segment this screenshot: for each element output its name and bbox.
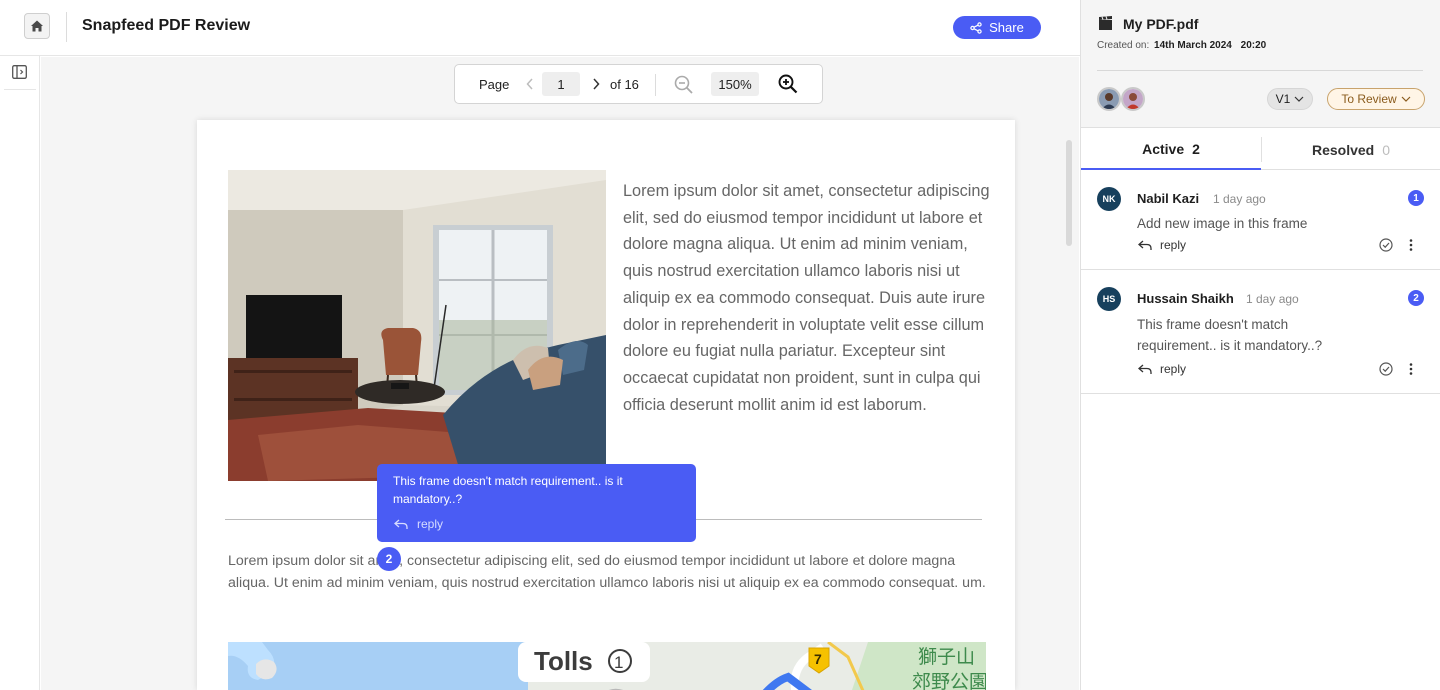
file-name: My PDF.pdf: [1123, 16, 1199, 32]
reply-button[interactable]: reply: [1138, 362, 1186, 376]
reply-icon: [394, 519, 408, 529]
map-image[interactable]: Tolls 1 7 獅子山 郊野公園: [228, 642, 986, 690]
toolbar-divider: [655, 74, 656, 96]
comment-author: Hussain Shaikh: [1137, 291, 1234, 306]
zoom-in-icon[interactable]: [777, 73, 799, 95]
avatar[interactable]: [1097, 87, 1121, 111]
chevron-right-icon[interactable]: [589, 75, 603, 93]
share-button[interactable]: Share: [953, 16, 1041, 39]
version-label: V1: [1275, 92, 1291, 106]
comment-avatar: NK: [1097, 187, 1121, 211]
status-label: To Review: [1341, 92, 1397, 106]
comment-pin[interactable]: 2: [377, 547, 401, 571]
page-number-input[interactable]: 1: [542, 72, 580, 96]
home-icon: [31, 20, 43, 32]
reply-icon: [1138, 364, 1152, 374]
check-circle-icon[interactable]: [1379, 362, 1393, 376]
header-divider: [66, 12, 67, 42]
comment-item[interactable]: NK Nabil Kazi 1 day ago 1 Add new image …: [1081, 171, 1440, 270]
user-photo-icon: [1123, 89, 1143, 109]
map-tolls-count: 1: [614, 653, 623, 672]
sidebar-toggle-icon[interactable]: [12, 65, 27, 79]
tab-resolved[interactable]: Resolved 0: [1261, 129, 1440, 170]
top-header: Snapfeed PDF Review Share: [0, 0, 1080, 56]
film-icon: [1099, 16, 1112, 30]
share-icon: [970, 21, 982, 34]
living-room-image[interactable]: [228, 170, 606, 481]
tab-count: 2: [1192, 140, 1200, 157]
comment-popup[interactable]: This frame doesn't match requirement.. i…: [377, 464, 696, 542]
reply-button[interactable]: reply: [1138, 238, 1186, 252]
comment-number-badge: 2: [1408, 290, 1424, 306]
comment-time: 1 day ago: [1246, 292, 1299, 306]
comment-author: Nabil Kazi: [1137, 191, 1200, 206]
comment-text: This frame doesn't match requirement.. i…: [1137, 317, 1323, 353]
version-dropdown[interactable]: V1: [1267, 88, 1313, 110]
tab-count: 0: [1382, 141, 1391, 158]
tab-label: Resolved: [1311, 141, 1375, 158]
pdf-page[interactable]: Lorem ipsum dolor sit amet, consectetur …: [197, 120, 1015, 690]
popup-reply-button[interactable]: reply: [394, 517, 443, 531]
page-toolbar: Page 1 of 16 150%: [454, 64, 823, 104]
map-route-badge: 7: [814, 651, 822, 667]
file-info: My PDF.pdf Created on: 14th March 2024 2…: [1081, 0, 1440, 128]
tab-label: Active: [1142, 140, 1185, 157]
reply-label: reply: [1160, 238, 1187, 252]
reply-icon: [1138, 240, 1152, 250]
chevron-down-icon: [1294, 96, 1304, 102]
share-label: Share: [989, 20, 1024, 35]
avatar[interactable]: [1121, 87, 1145, 111]
file-info-divider: [1097, 70, 1423, 71]
page-title: Snapfeed PDF Review: [82, 17, 251, 34]
comment-avatar: HS: [1097, 287, 1121, 311]
popup-comment-text: This frame doesn't match requirement.. i…: [393, 474, 623, 506]
more-vertical-icon[interactable]: [1407, 238, 1415, 252]
map-tolls-label: Tolls: [534, 646, 593, 676]
created-date: 14th March 2024: [1154, 40, 1232, 51]
more-vertical-icon[interactable]: [1407, 362, 1415, 376]
tab-active[interactable]: Active 2: [1081, 129, 1261, 170]
left-rail: [0, 56, 40, 690]
home-button[interactable]: [24, 13, 50, 39]
comment-text: Add new image in this frame: [1137, 216, 1308, 231]
page-label: Page: [479, 77, 510, 92]
user-photo-icon: [1099, 89, 1119, 109]
created-time: 20:20: [1240, 40, 1267, 51]
zoom-out-icon[interactable]: [673, 74, 695, 96]
comment-tabs: Active 2 Resolved 0: [1081, 129, 1440, 170]
check-circle-icon[interactable]: [1379, 238, 1393, 252]
document-paragraph: Lorem ipsum dolor sit amet, consectetur …: [623, 182, 990, 414]
page-count: of 16: [610, 77, 639, 92]
document-paragraph: Lorem ipsum dolor sit amet, consectetur …: [228, 553, 986, 591]
zoom-level[interactable]: 150%: [711, 72, 759, 96]
map-place-label: 郊野公園: [912, 671, 986, 690]
status-dropdown[interactable]: To Review: [1327, 88, 1425, 110]
comments-panel: My PDF.pdf Created on: 14th March 2024 2…: [1080, 0, 1440, 690]
popup-reply-label: reply: [417, 517, 444, 531]
comment-time: 1 day ago: [1213, 192, 1266, 206]
chevron-down-icon: [1401, 96, 1411, 102]
comment-number-badge: 1: [1408, 190, 1424, 206]
comment-item[interactable]: HS Hussain Shaikh 1 day ago 2 This frame…: [1081, 271, 1440, 394]
created-label: Created on:: [1097, 40, 1150, 51]
rail-divider: [4, 89, 36, 90]
reply-label: reply: [1160, 362, 1187, 376]
chevron-left-icon[interactable]: [523, 75, 537, 93]
created-on: Created on: 14th March 2024 20:20: [1097, 40, 1266, 51]
map-place-label: 獅子山: [918, 646, 975, 668]
canvas-scrollbar[interactable]: [1066, 140, 1072, 246]
